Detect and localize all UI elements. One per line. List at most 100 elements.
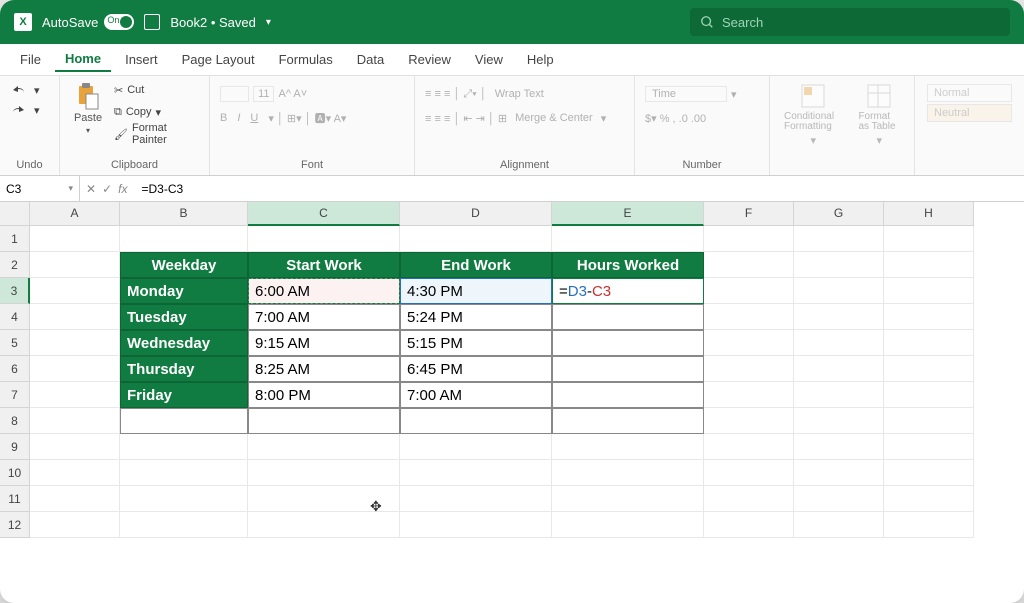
cell[interactable]: 9:15 AM [248, 330, 400, 356]
cell[interactable] [248, 460, 400, 486]
cell[interactable] [400, 512, 552, 538]
cell[interactable] [400, 226, 552, 252]
menu-home[interactable]: Home [55, 47, 111, 72]
cell[interactable] [30, 278, 120, 304]
cell[interactable] [884, 330, 974, 356]
table-weekday[interactable]: Wednesday [120, 330, 248, 356]
cell[interactable]: 7:00 AM [248, 304, 400, 330]
menu-data[interactable]: Data [347, 48, 394, 71]
cell[interactable] [704, 512, 794, 538]
cell[interactable] [248, 512, 400, 538]
cell[interactable] [30, 304, 120, 330]
col-header-b[interactable]: B [120, 202, 248, 226]
row-header-4[interactable]: 4 [0, 304, 30, 330]
col-header-e[interactable]: E [552, 202, 704, 226]
row-header-5[interactable]: 5 [0, 330, 30, 356]
table-header[interactable]: Weekday [120, 252, 248, 278]
cell[interactable] [884, 408, 974, 434]
cell[interactable] [884, 304, 974, 330]
cell[interactable] [400, 408, 552, 434]
row-header-11[interactable]: 11 [0, 486, 30, 512]
paste-button[interactable]: Paste▾ [68, 80, 108, 137]
menu-view[interactable]: View [465, 48, 513, 71]
cell[interactable] [704, 434, 794, 460]
table-weekday[interactable]: Tuesday [120, 304, 248, 330]
cell[interactable]: 8:25 AM [248, 356, 400, 382]
col-header-h[interactable]: H [884, 202, 974, 226]
col-header-c[interactable]: C [248, 202, 400, 226]
copy-button[interactable]: ⧉ Copy ▾ [112, 102, 201, 122]
cell[interactable] [794, 434, 884, 460]
cell[interactable] [30, 252, 120, 278]
menu-insert[interactable]: Insert [115, 48, 168, 71]
spreadsheet-grid[interactable]: A B C D E F G H 1 2 Weekday Start Work E… [0, 202, 1024, 603]
fx-icon[interactable]: fx [118, 182, 127, 196]
cell[interactable] [120, 460, 248, 486]
cell[interactable] [704, 486, 794, 512]
cell[interactable] [704, 460, 794, 486]
cell[interactable] [120, 226, 248, 252]
menu-review[interactable]: Review [398, 48, 461, 71]
cancel-formula-icon[interactable]: ✕ [86, 182, 96, 196]
format-painter-button[interactable]: 🖌 Format Painter [112, 124, 201, 144]
table-header[interactable]: Start Work [248, 252, 400, 278]
autosave-toggle[interactable]: AutoSave On [42, 14, 134, 30]
document-title[interactable]: Book2 • Saved [170, 15, 256, 30]
cell[interactable] [552, 512, 704, 538]
cell[interactable] [704, 252, 794, 278]
row-header-2[interactable]: 2 [0, 252, 30, 278]
cell[interactable] [552, 304, 704, 330]
cell[interactable]: 5:24 PM [400, 304, 552, 330]
formula-input[interactable]: =D3-C3 [133, 182, 1024, 196]
cell[interactable] [884, 226, 974, 252]
cell[interactable] [552, 382, 704, 408]
search-box[interactable]: Search [690, 8, 1010, 36]
cell-e3-active[interactable]: =D3-C3 [552, 278, 704, 304]
cell[interactable] [552, 330, 704, 356]
table-weekday[interactable]: Friday [120, 382, 248, 408]
table-header[interactable]: End Work [400, 252, 552, 278]
cell[interactable] [120, 408, 248, 434]
cell[interactable] [120, 486, 248, 512]
cell[interactable] [30, 226, 120, 252]
cell[interactable] [552, 434, 704, 460]
row-header-6[interactable]: 6 [0, 356, 30, 382]
cell[interactable] [248, 226, 400, 252]
cell[interactable] [704, 382, 794, 408]
cell[interactable] [794, 512, 884, 538]
cell[interactable] [794, 460, 884, 486]
cell[interactable] [30, 382, 120, 408]
cell[interactable] [794, 408, 884, 434]
cut-button[interactable]: ✂ Cut [112, 80, 201, 100]
save-icon[interactable] [144, 14, 160, 30]
cell[interactable] [794, 278, 884, 304]
cell[interactable] [704, 408, 794, 434]
cell[interactable] [400, 486, 552, 512]
cell[interactable] [794, 356, 884, 382]
cell[interactable] [248, 434, 400, 460]
redo-button[interactable]: ▾ [8, 100, 42, 120]
cell[interactable] [794, 330, 884, 356]
conditional-formatting-button[interactable]: Conditional Formatting▾ [778, 80, 848, 149]
menu-formulas[interactable]: Formulas [269, 48, 343, 71]
cell[interactable] [120, 512, 248, 538]
col-header-f[interactable]: F [704, 202, 794, 226]
cell[interactable] [248, 486, 400, 512]
cell[interactable] [884, 382, 974, 408]
cell[interactable] [552, 226, 704, 252]
menu-help[interactable]: Help [517, 48, 564, 71]
cell[interactable]: 6:45 PM [400, 356, 552, 382]
row-header-7[interactable]: 7 [0, 382, 30, 408]
menu-page-layout[interactable]: Page Layout [172, 48, 265, 71]
cell[interactable] [30, 460, 120, 486]
chevron-down-icon[interactable]: ▾ [266, 17, 271, 28]
row-header-10[interactable]: 10 [0, 460, 30, 486]
cell[interactable] [884, 460, 974, 486]
cell[interactable] [552, 408, 704, 434]
cell[interactable] [248, 408, 400, 434]
cell-d3[interactable]: 4:30 PM [400, 278, 552, 304]
cell[interactable] [400, 460, 552, 486]
toggle-switch[interactable]: On [104, 14, 134, 30]
cell[interactable] [704, 304, 794, 330]
cell[interactable] [552, 356, 704, 382]
